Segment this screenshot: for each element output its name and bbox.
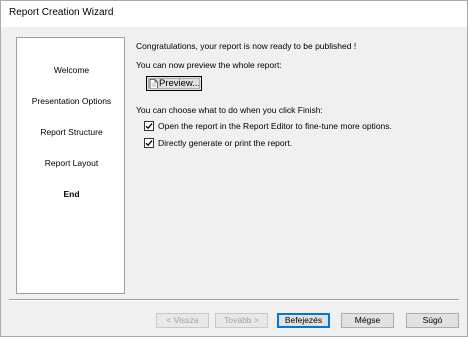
checkmark-icon <box>145 140 153 147</box>
step-report-layout: Report Layout <box>44 158 99 168</box>
step-end: End <box>63 189 80 199</box>
window-title: Report Creation Wizard <box>9 7 114 18</box>
footer-separator <box>9 299 459 301</box>
congrats-text: Congratulations, your report is now read… <box>136 41 357 51</box>
next-button[interactable]: Tovább > <box>215 313 268 328</box>
cancel-button[interactable]: Mégse <box>341 313 394 328</box>
checkmark-icon <box>145 123 153 130</box>
preview-button-label: Preview... <box>159 78 201 89</box>
step-presentation-options: Presentation Options <box>31 96 112 106</box>
option-open-editor[interactable]: Open the report in the Report Editor to … <box>144 121 392 131</box>
title-bar: Report Creation Wizard <box>1 1 467 27</box>
wizard-steps-panel: Welcome Presentation Options Report Stru… <box>16 37 125 294</box>
finish-instruction: You can choose what to do when you click… <box>136 105 323 115</box>
wizard-window: Report Creation Wizard Welcome Presentat… <box>0 0 468 337</box>
open-editor-label: Open the report in the Report Editor to … <box>158 121 392 131</box>
finish-button[interactable]: Befejezés <box>277 313 330 328</box>
preview-button[interactable]: Preview... <box>146 76 202 91</box>
step-welcome: Welcome <box>53 65 90 75</box>
step-report-structure: Report Structure <box>40 127 103 137</box>
help-button[interactable]: Súgó <box>406 313 459 328</box>
direct-generate-checkbox[interactable] <box>144 138 154 148</box>
open-editor-checkbox[interactable] <box>144 121 154 131</box>
back-button[interactable]: < Vissza <box>156 313 209 328</box>
document-icon <box>149 78 158 89</box>
direct-generate-label: Directly generate or print the report. <box>158 138 293 148</box>
preview-instruction: You can now preview the whole report: <box>136 60 282 70</box>
option-direct-generate[interactable]: Directly generate or print the report. <box>144 138 292 148</box>
